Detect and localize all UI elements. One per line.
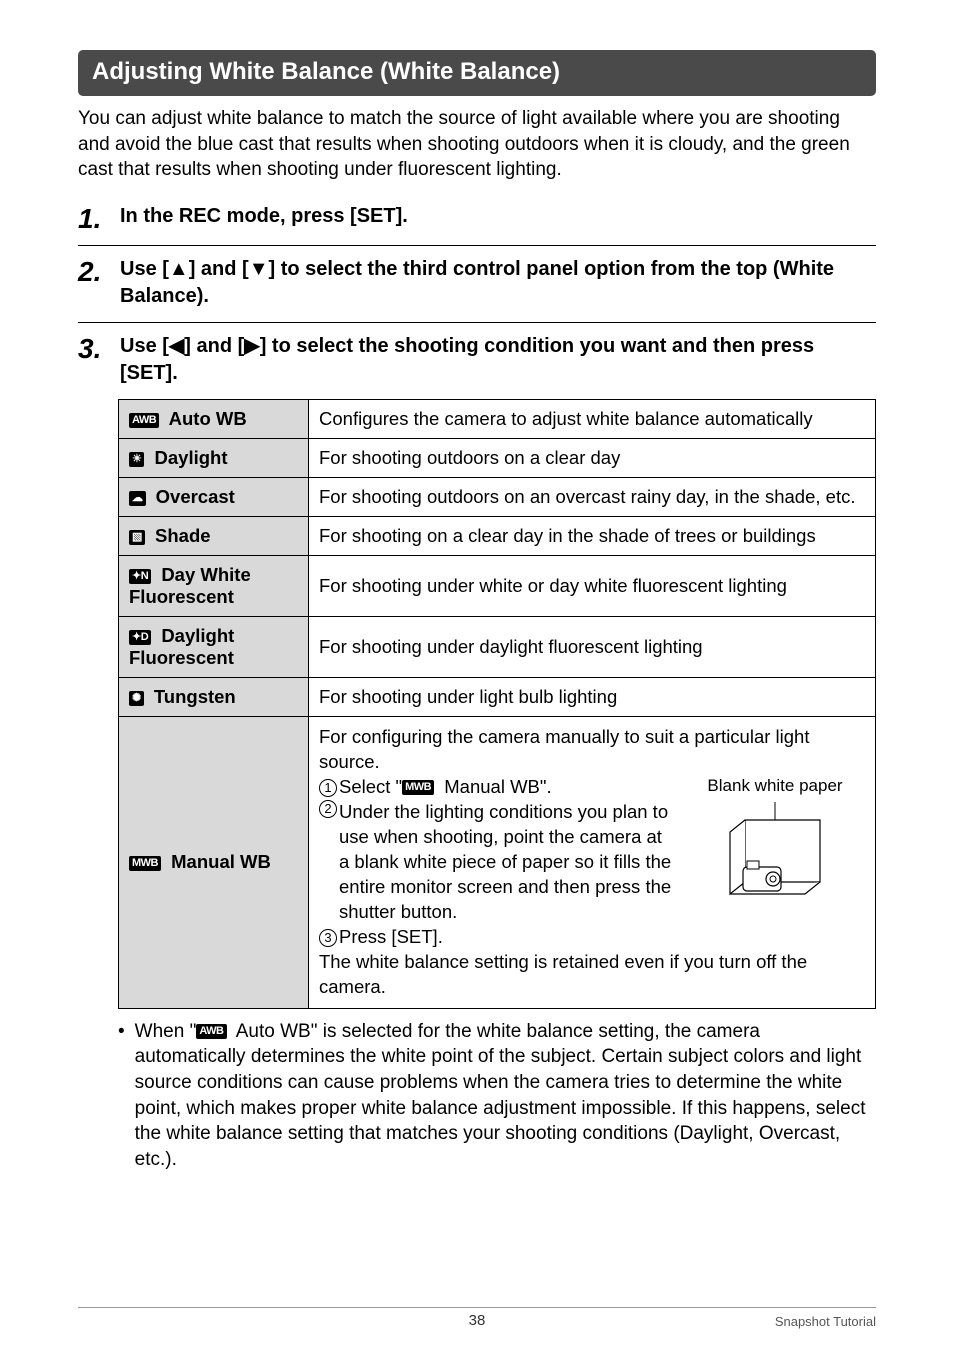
- mwb-inline-icon: MWB: [402, 780, 434, 795]
- camera-paper-illustration-icon: [715, 802, 835, 912]
- step-2: 2 Use [▲] and [▼] to select the third co…: [78, 256, 876, 310]
- step-3-text: Use [◀] and [▶] to select the shooting c…: [120, 333, 876, 387]
- table-row: ✦D Daylight Fluorescent For shooting und…: [119, 616, 876, 677]
- step-separator: [78, 322, 876, 323]
- day-white-fluorescent-icon: ✦N: [129, 569, 151, 584]
- white-balance-table: AWB Auto WB Configures the camera to adj…: [118, 399, 876, 1009]
- row-label: Overcast: [156, 486, 235, 507]
- table-row: ☁ Overcast For shooting outdoors on an o…: [119, 477, 876, 516]
- row-label: Manual WB: [171, 851, 271, 872]
- row-desc: For shooting outdoors on a clear day: [309, 438, 876, 477]
- manual-c1a: Select ": [339, 776, 402, 797]
- step-separator: [78, 245, 876, 246]
- manual-c1b: Manual WB".: [439, 776, 551, 797]
- step-1: 1 In the REC mode, press [SET].: [78, 203, 876, 233]
- row-desc: For shooting on a clear day in the shade…: [309, 516, 876, 555]
- page-footer: 38 Snapshot Tutorial: [78, 1307, 876, 1329]
- circled-3-icon: 3: [319, 929, 337, 947]
- footer-section: Snapshot Tutorial: [775, 1314, 876, 1329]
- step-2-pre: Use [: [120, 258, 169, 280]
- row-desc: For shooting under light bulb lighting: [309, 677, 876, 716]
- step-1-text: In the REC mode, press [SET].: [120, 203, 876, 230]
- right-arrow-icon: ▶: [244, 335, 259, 357]
- bullet-icon: •: [118, 1019, 125, 1173]
- manual-line2: The white balance setting is retained ev…: [319, 950, 865, 1000]
- awb-icon: AWB: [129, 413, 159, 428]
- row-desc: Configures the camera to adjust white ba…: [309, 399, 876, 438]
- step-3-number: 3: [78, 333, 106, 363]
- daylight-fluorescent-icon: ✦D: [129, 630, 151, 645]
- manual-c2: Under the lighting conditions you plan t…: [339, 800, 673, 925]
- up-arrow-icon: ▲: [169, 258, 189, 280]
- note-pre: When ": [135, 1021, 197, 1042]
- circled-1-icon: 1: [319, 779, 337, 797]
- step-3-mid: ] and [: [184, 335, 244, 357]
- table-row: AWB Auto WB Configures the camera to adj…: [119, 399, 876, 438]
- step-2-number: 2: [78, 256, 106, 286]
- circled-2-icon: 2: [319, 800, 337, 818]
- row-label: Auto WB: [169, 408, 247, 429]
- step-3-pre: Use [: [120, 335, 169, 357]
- note-text: When "AWB Auto WB" is selected for the w…: [135, 1019, 876, 1173]
- manual-line1: For configuring the camera manually to s…: [319, 725, 865, 775]
- table-row: ✺ Tungsten For shooting under light bulb…: [119, 677, 876, 716]
- step-3: 3 Use [◀] and [▶] to select the shooting…: [78, 333, 876, 387]
- row-label: Tungsten: [154, 686, 236, 707]
- row-desc: For shooting outdoors on an overcast rai…: [309, 477, 876, 516]
- note-post: Auto WB" is selected for the white balan…: [135, 1021, 866, 1170]
- table-row: ☀ Daylight For shooting outdoors on a cl…: [119, 438, 876, 477]
- shade-icon: ▧: [129, 530, 145, 545]
- awb-inline-icon: AWB: [196, 1024, 226, 1039]
- manual-c3: Press [SET].: [339, 926, 443, 947]
- row-label: Shade: [155, 525, 211, 546]
- intro-text: You can adjust white balance to match th…: [78, 106, 876, 183]
- note-bullets: • When "AWB Auto WB" is selected for the…: [118, 1019, 876, 1173]
- row-desc: For shooting under white or day white fl…: [309, 555, 876, 616]
- step-1-number: 1: [78, 203, 106, 233]
- manual-wb-content: For configuring the camera manually to s…: [319, 725, 865, 1000]
- page-number: 38: [469, 1312, 486, 1329]
- overcast-icon: ☁: [129, 491, 146, 506]
- table-row: ▧ Shade For shooting on a clear day in t…: [119, 516, 876, 555]
- blank-paper-caption: Blank white paper: [685, 775, 865, 798]
- table-row: ✦N Day White Fluorescent For shooting un…: [119, 555, 876, 616]
- daylight-icon: ☀: [129, 452, 144, 467]
- table-row: MWB Manual WB For configuring the camera…: [119, 716, 876, 1008]
- tungsten-icon: ✺: [129, 691, 144, 706]
- step-2-text: Use [▲] and [▼] to select the third cont…: [120, 256, 876, 310]
- row-desc: For shooting under daylight fluorescent …: [309, 616, 876, 677]
- manual-wb-icon: MWB: [129, 856, 161, 871]
- step-2-mid: ] and [: [189, 258, 249, 280]
- down-arrow-icon: ▼: [249, 258, 269, 280]
- left-arrow-icon: ◀: [169, 335, 184, 357]
- row-label: Daylight: [155, 447, 228, 468]
- section-title: Adjusting White Balance (White Balance): [78, 50, 876, 96]
